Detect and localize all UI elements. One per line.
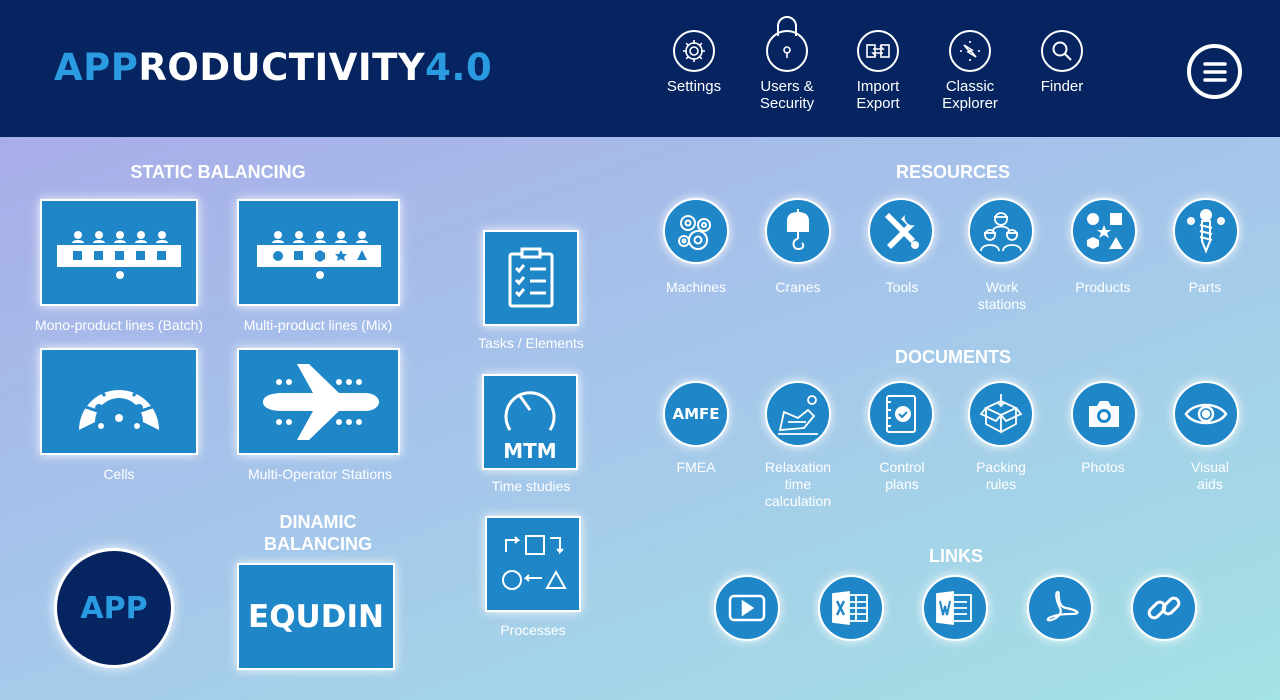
mono-product-lines-label: Mono-product lines (Batch) [34, 317, 204, 333]
resource-products[interactable] [1071, 198, 1137, 264]
document-packing-rules[interactable] [968, 381, 1034, 447]
time-studies-label: Time studies [491, 478, 571, 494]
nav-finder-label: Finder [1040, 78, 1084, 95]
tasks-elements-tile[interactable] [483, 230, 579, 326]
compass-icon [949, 30, 991, 72]
multi-product-lines-label: Multi-product lines (Mix) [243, 317, 393, 333]
document-visual-aids[interactable] [1173, 381, 1239, 447]
document-relaxation-time[interactable] [765, 381, 831, 447]
processes-label: Processes [500, 622, 566, 638]
dynamic-balancing-title: DINAMIC BALANCING [228, 511, 408, 555]
resources-title: RESOURCES [895, 162, 1011, 182]
document-photos[interactable] [1071, 381, 1137, 447]
processes-tile[interactable] [485, 516, 581, 612]
resource-work-stations[interactable] [968, 198, 1034, 264]
eye-icon [1184, 403, 1228, 425]
crane-hook-icon [787, 209, 809, 251]
cells-label: Cells [103, 466, 135, 482]
link-video[interactable] [714, 575, 780, 641]
document-visual-aids-label: Visual aids [1191, 459, 1229, 492]
nav-import-export-label: Import Export [856, 78, 900, 112]
screw-icon [1187, 209, 1225, 254]
documents-title: DOCUMENTS [895, 347, 1011, 367]
app-logo[interactable]: APPRODUCTIVITY4.0 [54, 48, 492, 88]
static-balancing-title: STATIC BALANCING [130, 162, 306, 182]
document-fmea[interactable]: AMFE [663, 381, 729, 447]
document-control-plans[interactable] [868, 381, 934, 447]
resource-parts[interactable] [1173, 198, 1239, 264]
word-icon [936, 590, 972, 626]
import-export-icon [857, 30, 899, 72]
excel-icon [832, 590, 868, 626]
logo-part-app: APP [54, 46, 139, 89]
resource-parts-label: Parts [1188, 279, 1222, 295]
nav-users-security[interactable]: Users & Security [741, 16, 833, 112]
resource-products-label: Products [1075, 279, 1131, 295]
airplane-icon [262, 363, 379, 440]
control-plan-icon [886, 395, 916, 433]
search-icon [1041, 30, 1083, 72]
lock-icon [766, 16, 808, 72]
logo-part-version: 4.0 [425, 46, 493, 89]
top-bar: APPRODUCTIVITY4.0 Settings Users & Secur… [0, 0, 1280, 137]
link-word[interactable] [922, 575, 988, 641]
cell-icon [79, 369, 159, 430]
armchair-icon [778, 395, 818, 435]
checklist-icon [508, 247, 554, 308]
nav-finder[interactable]: Finder [1016, 30, 1108, 95]
resource-machines-label: Machines [666, 279, 726, 295]
link-pdf[interactable] [1027, 575, 1093, 641]
dynamic-balancing-title-line1: DINAMIC [279, 512, 357, 532]
pdf-icon [1046, 590, 1079, 622]
nav-users-security-label: Users & Security [759, 78, 815, 112]
shapes-icon [1087, 213, 1123, 249]
resource-cranes[interactable] [765, 198, 831, 264]
nav-settings[interactable]: Settings [648, 30, 740, 95]
link-excel[interactable] [818, 575, 884, 641]
mtm-text: MTM [503, 439, 556, 463]
document-fmea-label: FMEA [676, 459, 716, 475]
nav-import-export[interactable]: Import Export [832, 30, 924, 112]
nav-settings-label: Settings [666, 78, 722, 95]
app-button[interactable]: APP [54, 548, 174, 668]
amfe-icon: AMFE [672, 405, 720, 423]
resource-work-stations-label: Work stations [977, 279, 1027, 312]
video-play-icon [728, 594, 766, 622]
nav-classic-explorer-label: Classic Explorer [942, 78, 998, 112]
links-title: LINKS [929, 546, 983, 566]
process-flow-icon [502, 535, 567, 590]
link-url[interactable] [1131, 575, 1197, 641]
document-photos-label: Photos [1081, 459, 1125, 475]
stopwatch-icon: MTM [503, 391, 557, 463]
resource-cranes-label: Cranes [775, 279, 821, 295]
nav-classic-explorer[interactable]: Classic Explorer [924, 30, 1016, 112]
document-control-plans-label: Control plans [879, 459, 925, 492]
equdin-tile[interactable]: EQUDIN [237, 563, 395, 670]
box-icon [979, 394, 1023, 434]
resource-machines[interactable] [663, 198, 729, 264]
document-packing-rules-label: Packing rules [976, 459, 1026, 492]
equdin-label: EQUDIN [248, 598, 384, 635]
time-studies-tile[interactable]: MTM [482, 374, 578, 470]
logo-part-roductivity: RODUCTIVITY [138, 46, 426, 89]
tasks-elements-label: Tasks / Elements [478, 335, 584, 351]
resource-tools-label: Tools [885, 279, 919, 295]
gear-icon [673, 30, 715, 72]
resource-tools[interactable] [868, 198, 934, 264]
workers-icon [980, 212, 1022, 252]
chain-link-icon [1147, 596, 1181, 620]
dynamic-balancing-title-line2: BALANCING [264, 534, 372, 554]
multi-operator-stations-tile[interactable] [237, 348, 400, 455]
tools-icon [885, 213, 919, 249]
gears-icon [678, 215, 711, 250]
document-relaxation-time-label: Relaxation time calculation [764, 459, 832, 509]
multi-product-lines-tile[interactable] [237, 199, 400, 306]
mono-line-icon [57, 230, 181, 279]
camera-icon [1089, 401, 1119, 427]
multi-line-icon [256, 230, 381, 279]
mono-product-lines-tile[interactable] [40, 199, 198, 306]
hamburger-menu-icon[interactable] [1187, 44, 1242, 99]
cells-tile[interactable] [40, 348, 198, 455]
multi-operator-stations-label: Multi-Operator Stations [248, 466, 392, 482]
